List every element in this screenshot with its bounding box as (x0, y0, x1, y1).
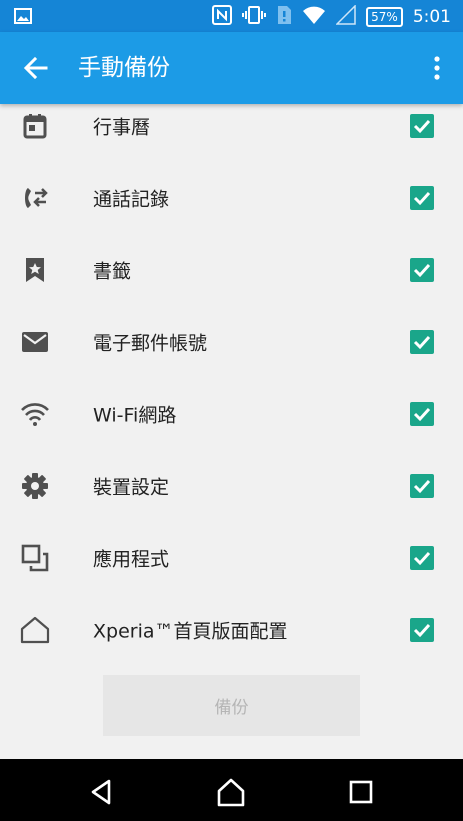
list-item-xperia-home-layout[interactable]: Xperia™首頁版面配置 (0, 594, 463, 666)
checkbox-checked-icon[interactable] (410, 474, 434, 498)
list-item-wifi[interactable]: Wi-Fi網路 (0, 378, 463, 450)
list-item-bookmarks[interactable]: 書籤 (0, 234, 463, 306)
app-bar: 手動備份 (0, 32, 463, 104)
list-item-email-accounts[interactable]: 電子郵件帳號 (0, 306, 463, 378)
call-log-icon (20, 183, 50, 213)
nav-home-icon[interactable] (214, 775, 248, 809)
checkbox-checked-icon[interactable] (410, 618, 434, 642)
nav-back-icon[interactable] (85, 775, 119, 809)
page-title: 手動備份 (78, 55, 170, 81)
checkbox-checked-icon[interactable] (410, 402, 434, 426)
backup-items-list: 行事曆 通話記錄 書籤 電子郵件帳號 Wi-Fi網路 裝置設定 應用程式 Xpe… (0, 90, 463, 666)
item-label: 電子郵件帳號 (93, 332, 208, 355)
settings-gear-icon (20, 471, 50, 501)
back-arrow-icon[interactable] (22, 54, 50, 82)
sim-alert-icon (276, 5, 292, 29)
list-item-apps[interactable]: 應用程式 (0, 522, 463, 594)
gallery-notification-icon (14, 8, 32, 28)
backup-button[interactable]: 備份 (103, 675, 360, 736)
calendar-icon (20, 111, 50, 141)
bookmark-icon (20, 255, 50, 285)
status-bar: 57% 5:01 (0, 0, 463, 32)
cell-signal-icon (335, 4, 356, 29)
checkbox-checked-icon[interactable] (410, 114, 434, 138)
item-label: 通話記錄 (93, 188, 170, 211)
checkbox-checked-icon[interactable] (410, 546, 434, 570)
home-icon (20, 615, 50, 645)
vibrate-icon (242, 5, 267, 29)
item-label: Wi-Fi網路 (93, 404, 177, 427)
list-item-call-log[interactable]: 通話記錄 (0, 162, 463, 234)
clock: 5:01 (412, 7, 451, 27)
list-item-device-settings[interactable]: 裝置設定 (0, 450, 463, 522)
item-label: 行事曆 (93, 116, 151, 139)
checkbox-checked-icon[interactable] (410, 330, 434, 354)
item-label: 裝置設定 (93, 476, 170, 499)
navigation-bar (0, 759, 463, 821)
checkbox-checked-icon[interactable] (410, 258, 434, 282)
nfc-icon (212, 5, 233, 29)
wifi-signal-icon (302, 5, 326, 29)
battery-indicator: 57% (366, 7, 403, 27)
email-icon (20, 327, 50, 357)
apps-icon (20, 543, 50, 573)
item-label: 應用程式 (93, 548, 170, 571)
nav-recents-icon[interactable] (344, 775, 378, 809)
checkbox-checked-icon[interactable] (410, 186, 434, 210)
item-label: 書籤 (93, 260, 132, 283)
overflow-menu-icon[interactable] (433, 54, 441, 82)
wifi-icon (20, 399, 50, 429)
item-label: Xperia™首頁版面配置 (93, 620, 288, 643)
